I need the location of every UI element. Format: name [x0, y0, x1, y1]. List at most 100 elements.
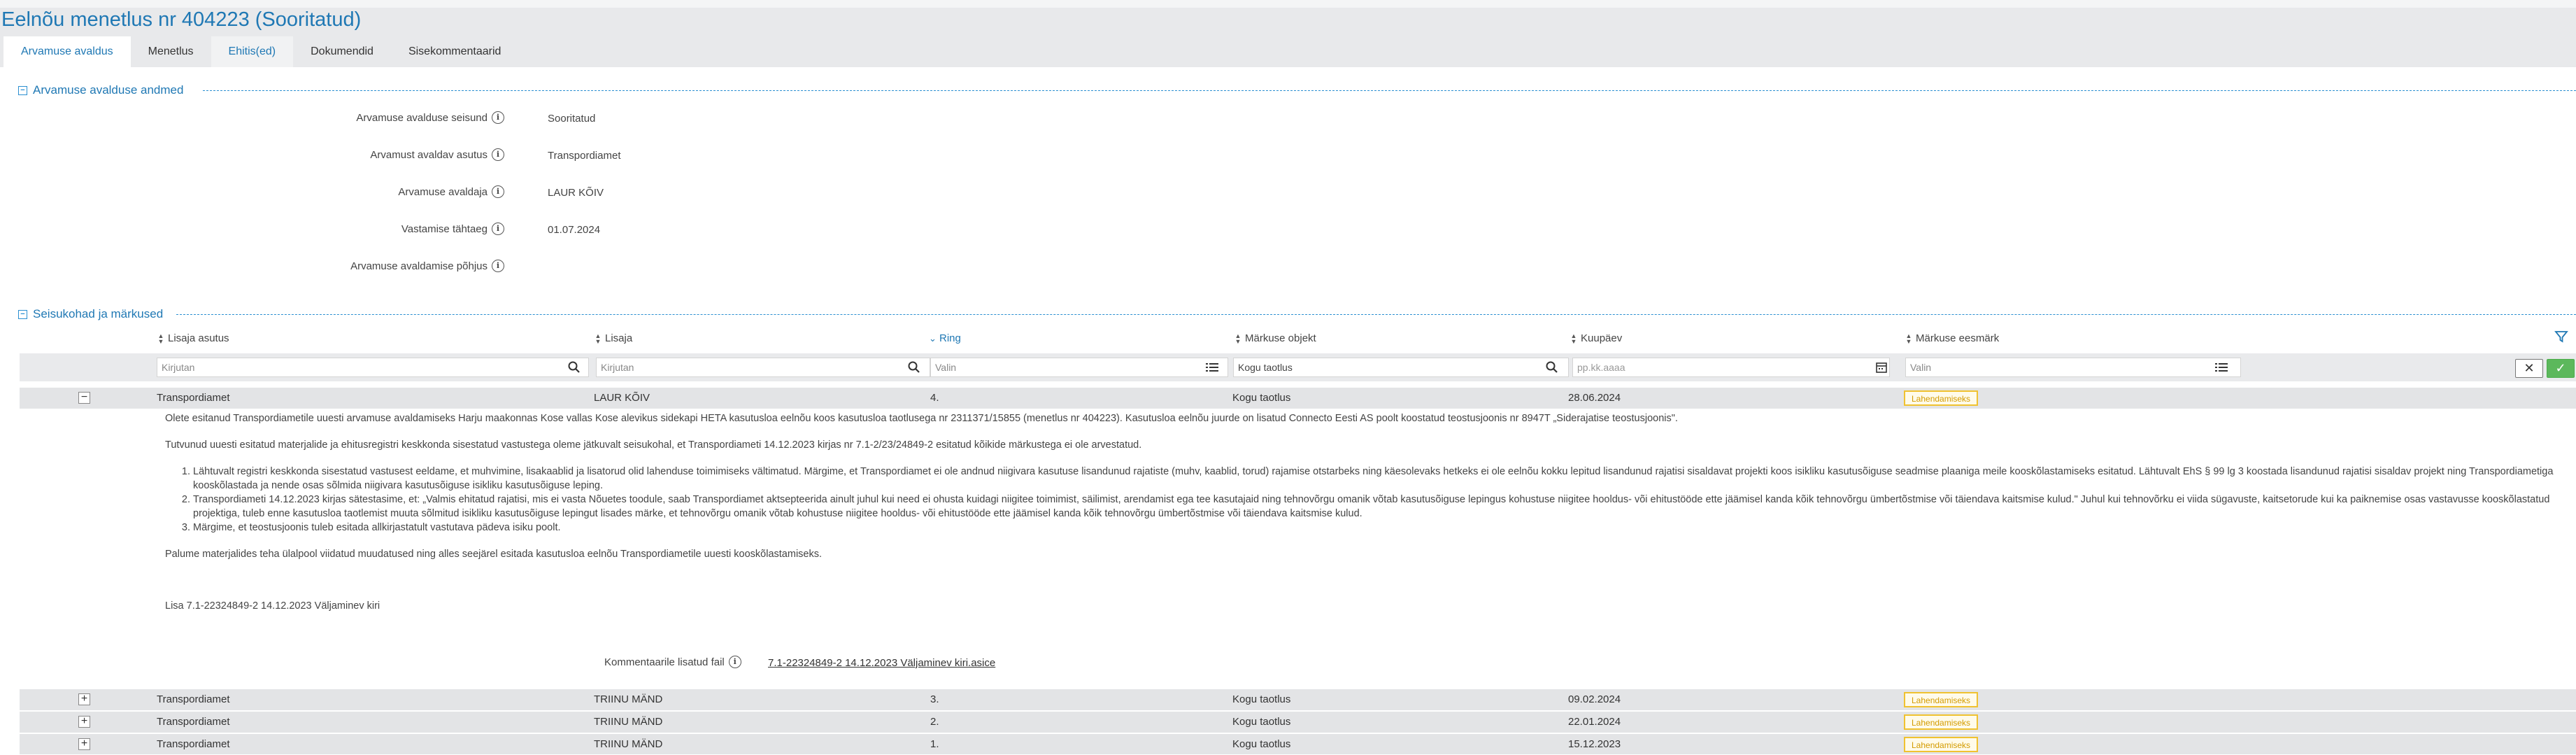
sort-icon: ▲ ▼	[1570, 332, 1577, 345]
section-header-seisukohad[interactable]: − Seisukohad ja märkused	[18, 306, 163, 323]
collapse-row-button[interactable]: −	[78, 392, 90, 404]
column-header-eesmark[interactable]: ▲ ▼ Märkuse eesmärk	[1905, 332, 2000, 345]
header-bar: Eelnõu menetlus nr 404223 (Sooritatud) A…	[0, 0, 2576, 67]
status-badge: Lahendamiseks	[1904, 692, 1979, 707]
list-icon[interactable]	[1206, 358, 1218, 377]
cell-markuse-objekt: Kogu taotlus	[1232, 716, 1291, 728]
cell-ring: 4.	[930, 392, 939, 404]
search-icon[interactable]	[908, 358, 920, 377]
cell-kuupaev: 28.06.2024	[1568, 392, 1621, 404]
field-value-asutus: Transpordiamet	[548, 150, 621, 162]
cell-markuse-objekt: Kogu taotlus	[1232, 693, 1291, 705]
expand-row-button[interactable]: +	[78, 738, 90, 750]
info-icon[interactable]: i	[492, 260, 504, 272]
cell-ring: 3.	[930, 693, 939, 705]
comment-paragraph: Tutvunud uuesti esitatud materjalide ja …	[165, 439, 1142, 451]
filter-eesmark-select[interactable]: Valin	[1905, 358, 2241, 377]
apply-filter-button[interactable]: ✓	[2547, 359, 2575, 378]
filter-kuupaev-input[interactable]: pp.kk.aaaa	[1572, 358, 1890, 377]
section-title: Seisukohad ja märkused	[33, 307, 164, 320]
attached-file-label-text: Kommentaarile lisatud fail	[604, 656, 725, 668]
comment-list: Lähtuvalt registri keskkonda sisestatud …	[165, 465, 2557, 535]
field-label-text: Vastamise tähtaeg	[401, 223, 488, 235]
column-header-kuupaev[interactable]: ▲ ▼ Kuupäev	[1570, 332, 1623, 345]
clear-filter-button[interactable]: ✕	[2515, 359, 2543, 378]
field-label-pohjus: Arvamuse avaldamise põhjus i	[350, 260, 504, 272]
field-label-text: Arvamuse avalduse seisund	[356, 111, 488, 124]
minus-square-icon[interactable]: −	[18, 85, 27, 95]
cell-lisaja-asutus: Transpordiamet	[157, 392, 230, 404]
cell-lisaja: TRIINU MÄND	[594, 738, 663, 750]
filter-lisaja-input[interactable]: Kirjutan	[596, 358, 930, 377]
info-icon[interactable]: i	[492, 185, 504, 198]
attached-file-label: Kommentaarile lisatud fail i	[604, 656, 741, 668]
field-value-avaldaja: LAUR KÕIV	[548, 187, 604, 199]
info-icon[interactable]: i	[492, 223, 504, 235]
sort-desc-icon: ⌄	[929, 332, 937, 344]
field-value-seisund: Sooritatud	[548, 113, 596, 125]
header-strip	[0, 0, 2576, 8]
cell-markuse-objekt: Kogu taotlus	[1232, 392, 1291, 404]
section-header-avalduse-andmed[interactable]: − Arvamuse avalduse andmed	[18, 82, 183, 99]
comment-detail: Olete esitanud Transpordiametile uuesti …	[165, 411, 2557, 613]
cell-kuupaev: 09.02.2024	[1568, 693, 1621, 705]
cell-lisaja: TRIINU MÄND	[594, 693, 663, 705]
sort-icon: ▲ ▼	[595, 332, 602, 345]
tab-ehitised[interactable]: Ehitis(ed)	[211, 36, 294, 67]
cell-lisaja-asutus: Transpordiamet	[157, 693, 230, 705]
column-header-label: Märkuse objekt	[1245, 332, 1316, 344]
cell-lisaja-asutus: Transpordiamet	[157, 716, 230, 728]
tab-arvamuse-avaldus[interactable]: Arvamuse avaldus	[3, 36, 131, 67]
minus-square-icon[interactable]: −	[18, 309, 27, 319]
cell-markuse-objekt: Kogu taotlus	[1232, 738, 1291, 750]
section-title: Arvamuse avalduse andmed	[33, 83, 184, 97]
page-title: Eelnõu menetlus nr 404223 (Sooritatud)	[1, 8, 362, 31]
field-label-seisund: Arvamuse avalduse seisund i	[356, 111, 504, 124]
calendar-icon[interactable]	[1876, 358, 1887, 377]
field-value-tahtaeg: 01.07.2024	[548, 224, 601, 236]
column-header-ring[interactable]: ⌄ Ring	[929, 332, 961, 344]
filter-markuse-objekt-input[interactable]: Kogu taotlus	[1233, 358, 1569, 377]
sort-icon: ▲ ▼	[157, 332, 164, 345]
column-header-markuse-objekt[interactable]: ▲ ▼ Märkuse objekt	[1234, 332, 1316, 344]
info-icon[interactable]: i	[728, 656, 741, 668]
column-header-label: Lisaja	[605, 332, 633, 344]
search-icon[interactable]	[568, 358, 581, 377]
column-header-label: Märkuse eesmärk	[1916, 332, 2000, 344]
table-row[interactable]: − Transpordiamet LAUR KÕIV 4. Kogu taotl…	[20, 388, 2576, 409]
status-badge: Lahendamiseks	[1904, 737, 1979, 752]
sort-icon: ▲ ▼	[1905, 332, 1912, 345]
cell-ring: 2.	[930, 716, 939, 728]
expand-row-button[interactable]: +	[78, 693, 90, 705]
info-icon[interactable]: i	[492, 148, 504, 161]
tab-menetlus[interactable]: Menetlus	[131, 36, 211, 67]
search-icon[interactable]	[1546, 358, 1558, 377]
tab-bar: Arvamuse avaldus Menetlus Ehitis(ed) Dok…	[3, 36, 518, 67]
filter-lisaja-asutus-input[interactable]: Kirjutan	[157, 358, 589, 377]
filter-icon[interactable]	[2554, 330, 2568, 346]
comment-paragraph: Olete esitanud Transpordiametile uuesti …	[165, 413, 1678, 424]
cell-kuupaev: 15.12.2023	[1568, 738, 1621, 750]
expand-row-button[interactable]: +	[78, 716, 90, 728]
status-badge: Lahendamiseks	[1904, 390, 1979, 406]
column-header-lisaja[interactable]: ▲ ▼ Lisaja	[595, 332, 633, 345]
tab-sisekommentaarid[interactable]: Sisekommentaarid	[391, 36, 519, 67]
info-icon[interactable]: i	[492, 111, 504, 124]
column-header-lisaja-asutus[interactable]: ▲ ▼ Lisaja asutus	[157, 332, 229, 344]
table-row[interactable]: + Transpordiamet TRIINU MÄND 2. Kogu tao…	[20, 712, 2576, 733]
list-item: Märgime, et teostusjoonis tuleb esitada …	[193, 521, 2557, 535]
sort-icon: ▲ ▼	[1234, 332, 1241, 345]
tab-dokumendid[interactable]: Dokumendid	[293, 36, 391, 67]
field-label-avaldaja: Arvamuse avaldaja i	[398, 185, 504, 198]
comment-attachment-note: Lisa 7.1-22324849-2 14.12.2023 Väljamine…	[165, 600, 380, 612]
attached-file-link[interactable]: 7.1-22324849-2 14.12.2023 Väljaminev kir…	[768, 657, 995, 669]
cell-kuupaev: 22.01.2024	[1568, 716, 1621, 728]
list-icon[interactable]	[2215, 358, 2228, 377]
table-row[interactable]: + Transpordiamet TRIINU MÄND 3. Kogu tao…	[20, 689, 2576, 710]
table-row[interactable]: + Transpordiamet TRIINU MÄND 1. Kogu tao…	[20, 734, 2576, 754]
column-header-label: Lisaja asutus	[168, 332, 229, 344]
cell-lisaja-asutus: Transpordiamet	[157, 738, 230, 750]
filter-ring-select[interactable]: Valin	[930, 358, 1228, 377]
section-divider	[203, 90, 2576, 91]
column-header-label: Ring	[939, 332, 961, 344]
